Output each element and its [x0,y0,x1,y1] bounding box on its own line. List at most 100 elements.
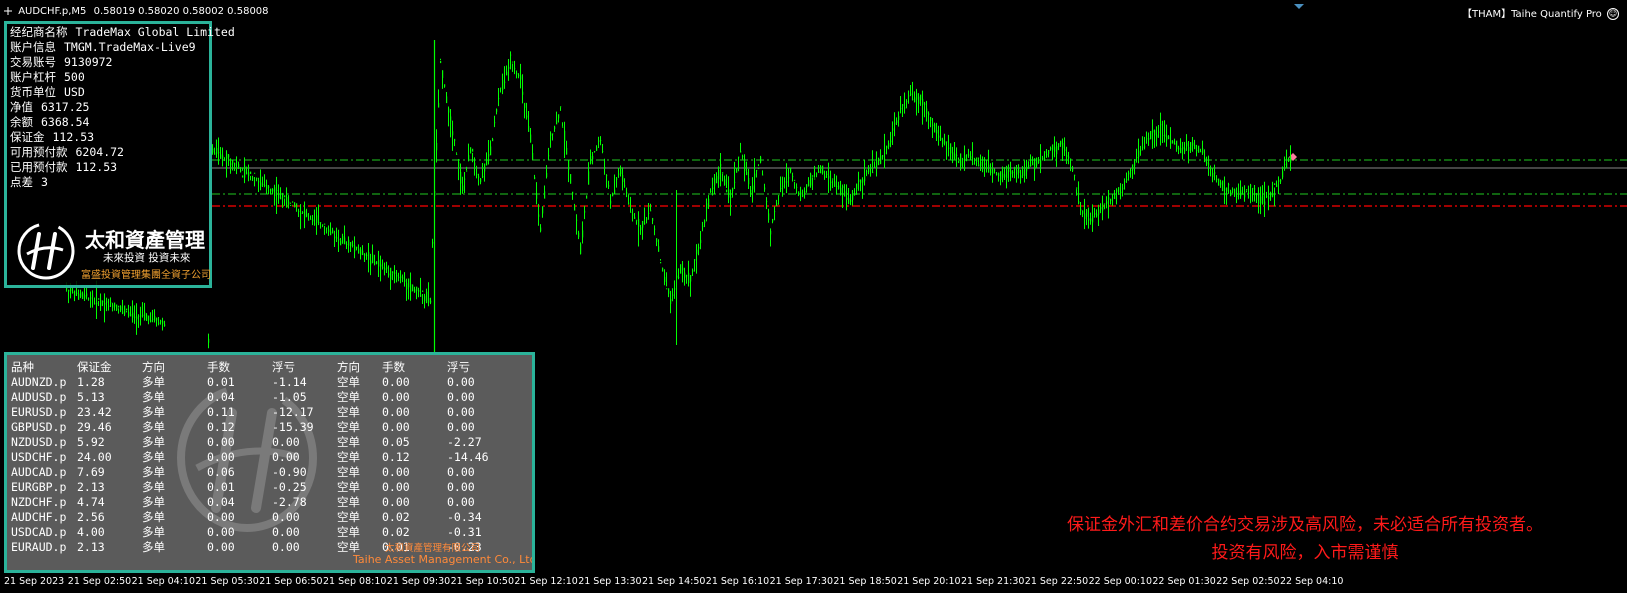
candle-body [588,171,590,185]
indicator-label[interactable]: 【THAM】Taihe Quantify Pro ☺ [1462,5,1619,20]
candle-body [164,324,166,327]
candle-body [324,223,326,225]
candle-body [464,178,466,180]
table-cell: -14.46 [447,450,489,464]
candle-body [298,211,300,213]
candle-body [636,219,638,221]
candle-body [396,274,398,277]
candle-body [892,128,894,131]
table-cell: EURAUD.p [11,540,67,554]
candle-body [390,267,392,280]
table-cell: 多单 [142,435,165,449]
candle-body [412,284,414,292]
table-cell: 空单 [337,375,360,389]
candle-body [1214,172,1216,175]
positions-header-cell: 品种 [11,360,34,374]
candle-body [88,298,90,300]
candle-body [1148,138,1150,140]
candle-body [762,174,764,176]
candle-body [128,312,130,317]
candle-body [828,175,830,179]
account-row-label: 账户杠杆 [10,70,56,84]
candle-body [356,246,358,249]
candle-body [848,198,850,204]
candle-body [1236,195,1238,197]
candle-body [438,102,440,108]
candle-body [850,199,852,202]
candle-body [256,177,258,180]
candle-body [982,166,984,169]
indicator-name: 【THAM】Taihe Quantify Pro [1462,9,1602,20]
time-axis-label: 22 Sep 00:10 [1088,576,1153,587]
candle-body [348,239,350,246]
candle-body [1008,168,1010,172]
table-cell: 多单 [142,495,165,509]
candle-body [712,187,714,189]
candle-body [1206,162,1208,165]
candle-body [716,176,718,184]
candle-body [984,163,986,166]
candle-body [818,170,820,174]
candle-body [1238,191,1240,193]
candle-body [916,93,918,100]
table-cell: 0.00 [382,420,410,434]
candle-body [398,276,400,279]
candle-body [288,201,290,205]
taihe-emblem-icon [17,222,75,280]
table-cell: 2.13 [77,480,105,494]
candle-body [484,163,486,172]
candle-body [528,126,530,132]
candle-body [114,302,116,307]
candle-body [238,164,240,170]
chart-ohlc: 0.58019 0.58020 0.58002 0.58008 [93,6,269,17]
candle-body [416,286,418,291]
candle-body [612,193,614,197]
candle-body [1140,149,1142,151]
candle-body [1266,196,1268,198]
candle-body [1220,182,1222,185]
candle-body [96,302,98,305]
candle-body [368,252,370,260]
candle-body [618,173,620,175]
candle-body [538,214,540,217]
chart-symbol: AUDCHF.p,M5 [18,6,87,17]
table-row: AUDCAD.p 7.69 多单 0.06 -0.90 空单 0.00 0.00 [11,465,507,480]
table-cell: 空单 [337,465,360,479]
account-row-label: 保证金 [10,130,45,144]
candle-body [286,196,288,208]
candle-body [278,194,280,199]
candle-body [1270,192,1272,197]
candle-body [488,154,490,157]
table-cell: 多单 [142,540,165,554]
candle-body [78,293,80,300]
table-cell: 0.00 [382,390,410,404]
candle-body [658,246,660,252]
candle-body [1012,172,1014,174]
candle-body [336,237,338,239]
candle-body [466,170,468,172]
candle-body [1174,142,1176,145]
candle-body [1132,164,1134,171]
candle-body [822,165,824,174]
positions-panel: 品种 保证金 方向 手数 浮亏 方向 手数 浮亏 AUDNZD.p 1.28 多单 0.01 -1.1… [4,352,535,573]
candle-body [98,298,100,300]
account-info-list: 经纪商名称 TradeMax Global Limited 账户信息 TMGM.Tra… [10,25,235,190]
candle-body [798,191,800,195]
table-cell: AUDCHF.p [11,510,67,524]
candle-body [878,158,880,166]
candle-body [846,197,848,200]
candle-body [802,194,804,197]
candle-body [950,143,952,154]
candle-body [344,237,346,245]
candle-body [208,338,210,343]
candle-body [1044,151,1046,154]
candle-body [246,172,248,175]
candle-body [856,183,858,189]
time-axis-label: 21 Sep 13:30 [578,576,642,587]
table-row: AUDCHF.p 2.56 多单 0.00 0.00 空单 0.02 -0.34 [11,510,507,525]
candle-body [988,164,990,173]
candle-body [760,156,762,163]
candle-body [1168,136,1170,140]
candle-body [392,271,394,274]
candle-body [554,126,556,129]
